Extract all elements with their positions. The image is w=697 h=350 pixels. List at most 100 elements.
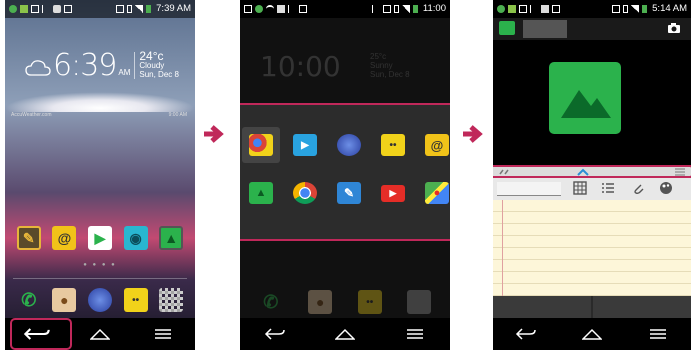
- arrow-right-icon: [463, 125, 483, 143]
- menu-button[interactable]: [400, 323, 430, 345]
- memo-icon[interactable]: ✎: [16, 226, 41, 250]
- home-icon: [89, 328, 110, 340]
- youtube-icon: ▶: [381, 184, 405, 202]
- memo-action-button[interactable]: [493, 296, 591, 318]
- app-slot[interactable]: ••: [374, 127, 412, 163]
- gallery-icon[interactable]: ▲: [159, 226, 184, 250]
- signal-icon: [135, 5, 144, 13]
- weather-widget[interactable]: 6:39 AM 24°c Cloudy Sun, Dec 8: [25, 48, 179, 83]
- maps-icon: ●: [425, 182, 449, 204]
- mail-icon: [519, 5, 527, 13]
- app-slot[interactable]: ▶: [374, 175, 412, 211]
- app-slot[interactable]: ▶: [286, 127, 324, 163]
- status-bar: 11:00: [240, 0, 450, 18]
- home-button[interactable]: [85, 323, 115, 345]
- chevron-up-icon[interactable]: [576, 168, 590, 176]
- app-slot[interactable]: [330, 127, 368, 163]
- vibrate-icon: [127, 5, 133, 13]
- app-slot[interactable]: ✎: [330, 175, 368, 211]
- cloud-icon: [25, 60, 51, 76]
- weather-updated: 9:00 AM: [168, 112, 187, 118]
- clock-time: 10:00: [260, 50, 341, 83]
- home-button[interactable]: [330, 323, 360, 345]
- weather-date: Sun, Dec 8: [139, 70, 179, 79]
- menu-button[interactable]: [148, 323, 178, 345]
- list-icon[interactable]: [601, 181, 615, 195]
- contacts-icon: ●: [308, 290, 333, 314]
- internet-icon[interactable]: [87, 288, 112, 312]
- back-button-highlight: [10, 318, 72, 350]
- dual-window-app-picker: ▶ •• @ ▲ ✎ ▶ ●: [240, 103, 450, 241]
- signal-icon: [401, 5, 410, 13]
- android-icon: [53, 5, 61, 13]
- video-icon: ▶: [293, 134, 317, 156]
- app-slot[interactable]: [286, 175, 324, 211]
- status-bar: 5:14 AM: [493, 0, 691, 18]
- home-screen-phone: 7:39 AM 6:39 AM 24°c Cloudy Sun, Dec 8 A…: [5, 0, 195, 350]
- navigation-bar: [493, 318, 691, 350]
- messaging-icon[interactable]: ••: [123, 288, 148, 312]
- back-button[interactable]: [260, 323, 290, 345]
- gallery-placeholder-icon: [549, 62, 621, 134]
- swap-icon[interactable]: [498, 168, 510, 176]
- usb-icon: [288, 5, 296, 13]
- memo-action-button[interactable]: [593, 296, 691, 318]
- clock-ampm: AM: [118, 68, 131, 77]
- email-icon[interactable]: @: [52, 226, 77, 250]
- android-icon: [277, 5, 285, 13]
- arrow-right-icon: [204, 125, 224, 143]
- memo-toolbar: [493, 178, 691, 200]
- gallery-icon[interactable]: [499, 21, 515, 35]
- usb-icon: [530, 5, 538, 13]
- status-bar: 7:39 AM: [5, 0, 195, 18]
- memo-bottom-buttons: [493, 296, 691, 318]
- menu-button[interactable]: [643, 323, 673, 345]
- menu-icon[interactable]: [675, 168, 685, 176]
- camera-icon[interactable]: ◉: [123, 226, 148, 250]
- app-slot[interactable]: ●: [418, 175, 450, 211]
- nfc-icon: [116, 5, 125, 13]
- camera-icon[interactable]: [667, 22, 681, 34]
- back-arrow-icon: [264, 328, 285, 340]
- notification-icon: [255, 5, 263, 13]
- app-slot[interactable]: ▲: [242, 175, 280, 211]
- temperature: 25°c: [370, 52, 387, 61]
- battery-icon: [412, 5, 418, 13]
- back-button[interactable]: [511, 323, 541, 345]
- nfc-icon: [382, 5, 391, 13]
- attach-icon[interactable]: [631, 181, 645, 195]
- phone-icon[interactable]: ✆: [17, 288, 41, 312]
- apps-icon[interactable]: [159, 288, 184, 312]
- app-slot-selected[interactable]: [242, 127, 280, 163]
- battery-icon: [146, 5, 152, 13]
- dock-dimmed: ✆ ● ••: [240, 290, 450, 314]
- album-dropdown[interactable]: [523, 20, 567, 38]
- usb-icon: [42, 5, 50, 13]
- menu-icon: [407, 329, 423, 339]
- gallery-icon: [64, 5, 72, 13]
- page-indicator: ● ● ● ●: [83, 262, 117, 268]
- grid-icon[interactable]: [573, 181, 587, 195]
- memo-title-field[interactable]: [497, 182, 561, 196]
- home-icon: [335, 328, 355, 340]
- palette-icon[interactable]: [659, 181, 673, 195]
- contacts-icon[interactable]: ●: [52, 288, 77, 312]
- mail-icon: [31, 5, 39, 13]
- mountain-icon: [561, 90, 611, 118]
- vibrate-icon: [623, 5, 629, 13]
- home-app-row: ✎ @ ▶ ◉ ▲: [5, 226, 195, 250]
- memo-paper[interactable]: [493, 200, 691, 296]
- chrome-messaging-icon: [249, 134, 273, 156]
- play-store-icon[interactable]: ▶: [87, 226, 112, 250]
- dock-divider: [13, 278, 187, 279]
- gallery-toolbar: [493, 18, 691, 40]
- gallery-icon: ▲: [249, 182, 273, 204]
- window-split-bar[interactable]: [493, 165, 691, 178]
- home-button[interactable]: [577, 323, 607, 345]
- temperature: 24°c: [139, 49, 164, 63]
- app-grid: ▶ •• @ ▲ ✎ ▶ ●: [242, 127, 450, 211]
- menu-icon: [650, 329, 666, 339]
- back-arrow-icon: [515, 328, 536, 340]
- app-slot[interactable]: @: [418, 127, 450, 163]
- phone-icon: ✆: [263, 291, 279, 312]
